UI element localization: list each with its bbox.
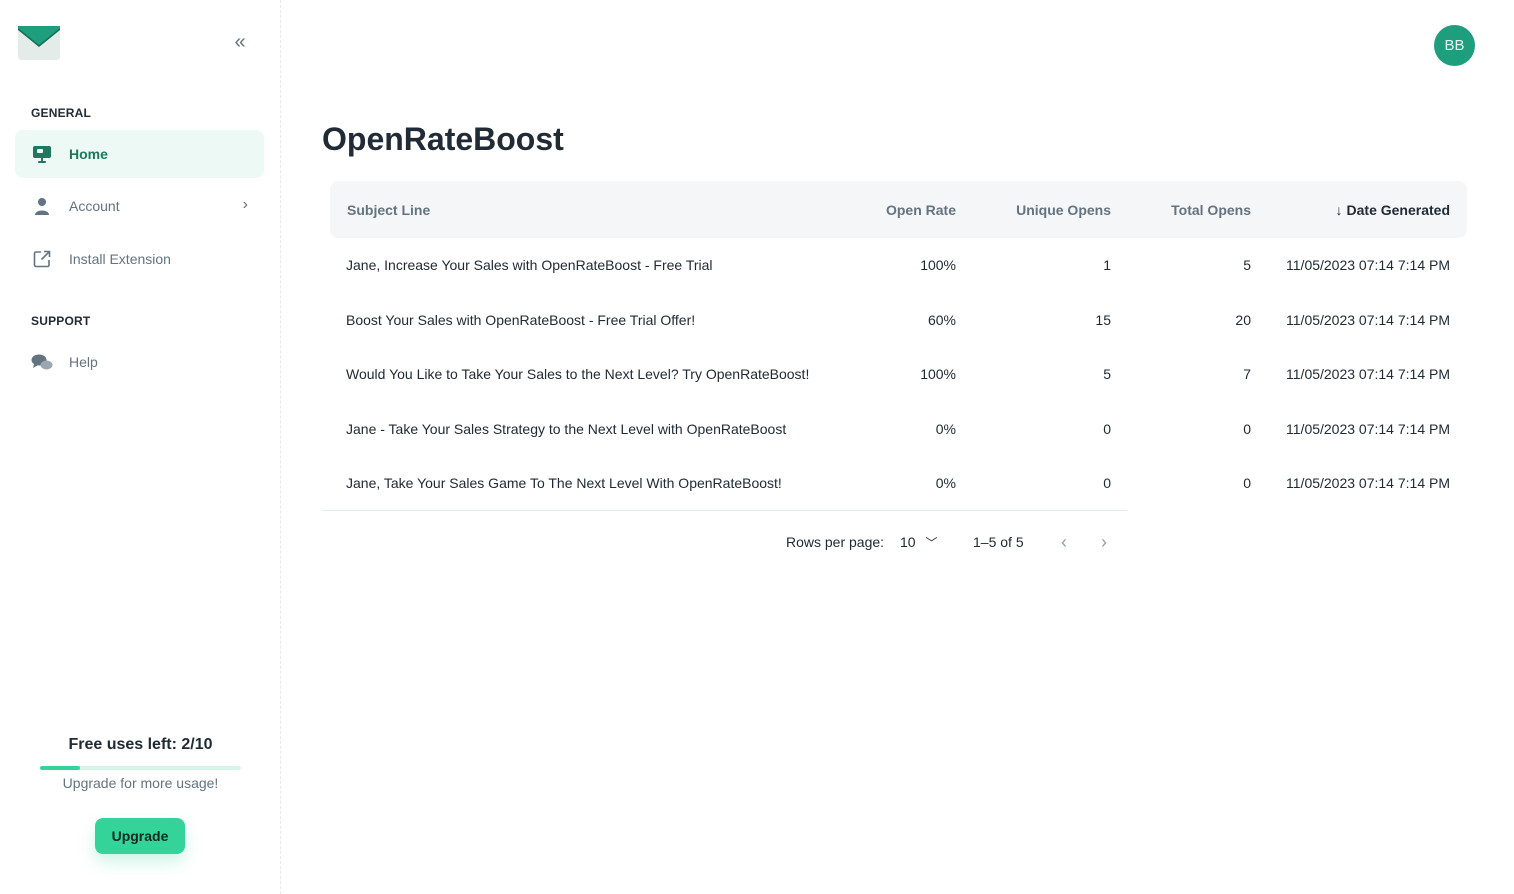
page-title: OpenRateBoost — [322, 121, 564, 157]
column-header-subject-line[interactable]: Subject Line — [347, 202, 430, 218]
cell-unique-opens: 15 — [1095, 311, 1111, 328]
monitor-icon — [31, 143, 53, 165]
section-title-support: SUPPORT — [31, 314, 91, 328]
usage-progress-fill — [40, 766, 81, 770]
sidebar-item-help[interactable]: Help — [15, 338, 264, 386]
table-row[interactable]: Jane, Increase Your Sales with OpenRateB… — [330, 238, 1467, 292]
cell-subject-line: Jane - Take Your Sales Strategy to the N… — [346, 420, 787, 437]
cell-date-generated: 11/05/2023 07:14 7:14 PM — [1286, 311, 1450, 328]
sidebar-item-label: Help — [69, 354, 98, 370]
cell-subject-line: Jane, Increase Your Sales with OpenRateB… — [346, 257, 713, 273]
sidebar-item-install-extension[interactable]: Install Extension — [15, 235, 264, 283]
sidebar-item-account[interactable]: Account › — [15, 182, 264, 230]
envelope-logo[interactable] — [17, 26, 61, 60]
rows-per-page-select[interactable]: 10 ﹀ — [900, 534, 937, 551]
cell-unique-opens: 0 — [1103, 420, 1111, 437]
column-header-open-rate[interactable]: Open Rate — [886, 202, 956, 218]
cell-date-generated: 11/05/2023 07:14 7:14 PM — [1286, 475, 1450, 491]
chat-bubbles-icon — [31, 351, 53, 373]
column-header-total-opens[interactable]: Total Opens — [1171, 202, 1251, 218]
cell-open-rate: 60% — [927, 311, 956, 328]
table-row[interactable]: Jane, Take Your Sales Game To The Next L… — [330, 456, 1467, 510]
cell-total-opens: 7 — [1243, 366, 1251, 382]
cell-subject-line: Would You Like to Take Your Sales to the… — [346, 366, 810, 382]
cell-date-generated: 11/05/2023 07:14 7:14 PM — [1286, 366, 1450, 382]
cell-date-generated: 11/05/2023 07:14 7:14 PM — [1286, 257, 1450, 273]
section-title-general: GENERAL — [31, 106, 92, 120]
column-header-date-generated[interactable]: ↓ Date Generated — [1336, 202, 1450, 218]
column-header-unique-opens[interactable]: Unique Opens — [1016, 202, 1111, 218]
pagination-range: 1–5 of 5 — [973, 534, 1024, 550]
external-link-icon — [31, 248, 53, 270]
person-icon — [31, 195, 53, 217]
table-row[interactable]: Jane - Take Your Sales Strategy to the N… — [330, 402, 1467, 456]
cell-total-opens: 0 — [1243, 475, 1251, 491]
collapse-sidebar-icon[interactable]: « — [228, 30, 252, 54]
sidebar-item-label: Install Extension — [69, 251, 171, 267]
cell-total-opens: 5 — [1243, 257, 1251, 273]
cell-subject-line: Jane, Take Your Sales Game To The Next L… — [346, 475, 782, 491]
cell-total-opens: 20 — [1235, 311, 1251, 328]
sidebar-item-home[interactable]: Home — [15, 130, 264, 178]
sidebar-item-label: Home — [69, 146, 108, 162]
table-header: Subject Line Open Rate Unique Opens Tota… — [330, 181, 1467, 238]
cell-open-rate: 0% — [935, 475, 956, 491]
cell-unique-opens: 0 — [1103, 475, 1111, 491]
upgrade-button[interactable]: Upgrade — [95, 818, 185, 854]
next-page-icon[interactable]: › — [1094, 531, 1114, 553]
chevron-right-icon: › — [242, 196, 248, 213]
usage-subtitle: Upgrade for more usage! — [62, 775, 219, 791]
usage-panel: Free uses left: 2/10 Upgrade for more us… — [0, 736, 281, 791]
usage-title: Free uses left: 2/10 — [68, 736, 213, 753]
cell-date-generated: 11/05/2023 07:14 7:14 PM — [1286, 420, 1450, 437]
cell-unique-opens: 1 — [1103, 257, 1111, 273]
rows-per-page-label: Rows per page: — [786, 534, 885, 550]
cell-open-rate: 100% — [920, 257, 956, 273]
cell-total-opens: 0 — [1243, 420, 1251, 437]
column-header-label: Date Generated — [1346, 202, 1450, 218]
previous-page-icon[interactable]: ‹ — [1054, 531, 1074, 553]
chevron-down-icon: ﹀ — [925, 536, 938, 550]
table-row[interactable]: Would You Like to Take Your Sales to the… — [330, 347, 1467, 401]
avatar[interactable]: BB — [1434, 25, 1475, 66]
table-row[interactable]: Boost Your Sales with OpenRateBoost - Fr… — [330, 293, 1467, 347]
cell-unique-opens: 5 — [1103, 366, 1111, 382]
sidebar-item-label: Account — [69, 198, 120, 214]
sort-descending-icon: ↓ — [1335, 202, 1343, 218]
cell-subject-line: Boost Your Sales with OpenRateBoost - Fr… — [346, 311, 696, 328]
rows-per-page-value: 10 — [900, 534, 916, 550]
cell-open-rate: 100% — [920, 366, 956, 382]
usage-progress-bar — [40, 766, 241, 770]
cell-open-rate: 0% — [935, 420, 956, 437]
table-divider — [322, 510, 1127, 511]
sidebar: « GENERAL Home Account › Install Extensi… — [0, 0, 281, 894]
